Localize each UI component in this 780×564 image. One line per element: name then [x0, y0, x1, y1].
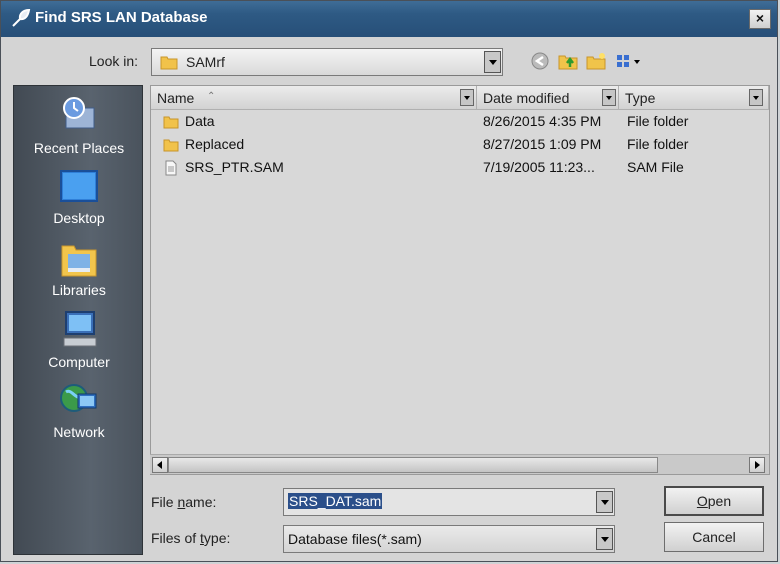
new-folder-icon[interactable]: [585, 50, 607, 72]
open-button[interactable]: Open: [664, 486, 764, 516]
close-icon: ×: [755, 10, 765, 26]
up-folder-icon[interactable]: [557, 50, 579, 72]
scroll-right-button[interactable]: [749, 457, 765, 473]
column-header-name[interactable]: Name ⌃: [151, 86, 477, 110]
file-type-label: Files of type:: [151, 530, 231, 546]
file-row[interactable]: SRS_PTR.SAM 7/19/2005 11:23... SAM File: [151, 157, 751, 179]
file-type-value: Database files(*.sam): [288, 531, 422, 547]
file-row[interactable]: Replaced 8/27/2015 1:09 PM File folder: [151, 134, 751, 156]
title-bar[interactable]: Find SRS LAN Database ×: [1, 1, 777, 37]
place-label: Computer: [48, 354, 110, 370]
horizontal-scrollbar[interactable]: [150, 454, 769, 474]
file-list[interactable]: Name ⌃ Date modified Type Data 8/26/2015…: [150, 85, 770, 475]
desktop-icon: [60, 170, 98, 202]
file-name-label: File name:: [151, 494, 217, 510]
network-icon: [60, 384, 97, 412]
place-recent-places[interactable]: Recent Places: [14, 94, 144, 156]
date-column-filter-button[interactable]: [602, 89, 616, 106]
libraries-icon: [61, 245, 97, 277]
file-name: Replaced: [185, 136, 245, 152]
back-icon[interactable]: [529, 50, 551, 72]
close-button[interactable]: ×: [749, 9, 771, 29]
place-computer[interactable]: Computer: [14, 308, 144, 370]
places-bar: Recent Places Desktop Libraries Computer: [13, 85, 143, 555]
file-type: SAM File: [627, 159, 684, 175]
views-menu-icon[interactable]: [615, 50, 645, 72]
feather-app-icon: [12, 8, 31, 27]
file-name: Data: [185, 113, 215, 129]
file-date: 8/27/2015 1:09 PM: [483, 136, 602, 152]
folder-icon: [160, 56, 178, 70]
sort-indicator-icon: ⌃: [207, 91, 216, 102]
place-libraries[interactable]: Libraries: [14, 236, 144, 298]
file-name-value: SRS_DAT.sam: [288, 493, 383, 509]
recent-places-icon: [63, 97, 95, 129]
file-name: SRS_PTR.SAM: [185, 159, 284, 175]
file-type: File folder: [627, 113, 689, 129]
place-label: Recent Places: [33, 140, 125, 156]
place-label: Libraries: [52, 282, 106, 298]
place-network[interactable]: Network: [14, 378, 144, 440]
look-in-dropdown-button[interactable]: [484, 51, 501, 73]
look-in-value: SAMrf: [186, 54, 225, 70]
place-label: Desktop: [53, 210, 105, 226]
place-desktop[interactable]: Desktop: [14, 168, 144, 226]
name-column-filter-button[interactable]: [460, 89, 474, 106]
file-type: File folder: [627, 136, 689, 152]
scroll-thumb[interactable]: [168, 457, 658, 473]
file-icon: [165, 160, 177, 176]
column-header-type[interactable]: Type: [619, 86, 769, 110]
cancel-button[interactable]: Cancel: [664, 522, 764, 552]
computer-icon: [63, 311, 97, 347]
file-type-dropdown-button[interactable]: [596, 528, 613, 550]
look-in-combo[interactable]: SAMrf: [151, 48, 503, 76]
file-name-dropdown-button[interactable]: [596, 491, 613, 513]
type-column-filter-button[interactable]: [749, 89, 763, 106]
dialog-title: Find SRS LAN Database: [35, 9, 208, 26]
scroll-left-button[interactable]: [152, 457, 168, 473]
file-name-input[interactable]: SRS_DAT.sam: [283, 488, 615, 516]
column-header-date-modified[interactable]: Date modified: [477, 86, 619, 110]
place-label: Network: [53, 424, 105, 440]
file-type-select[interactable]: Database files(*.sam): [283, 525, 615, 553]
file-date: 8/26/2015 4:35 PM: [483, 113, 602, 129]
folder-icon: [163, 116, 179, 129]
file-date: 7/19/2005 11:23...: [483, 159, 595, 175]
look-in-label: Look in:: [89, 53, 139, 69]
file-row[interactable]: Data 8/26/2015 4:35 PM File folder: [151, 111, 751, 133]
folder-icon: [163, 139, 179, 152]
file-open-dialog: Find SRS LAN Database × Look in: SAMrf R…: [0, 0, 778, 562]
